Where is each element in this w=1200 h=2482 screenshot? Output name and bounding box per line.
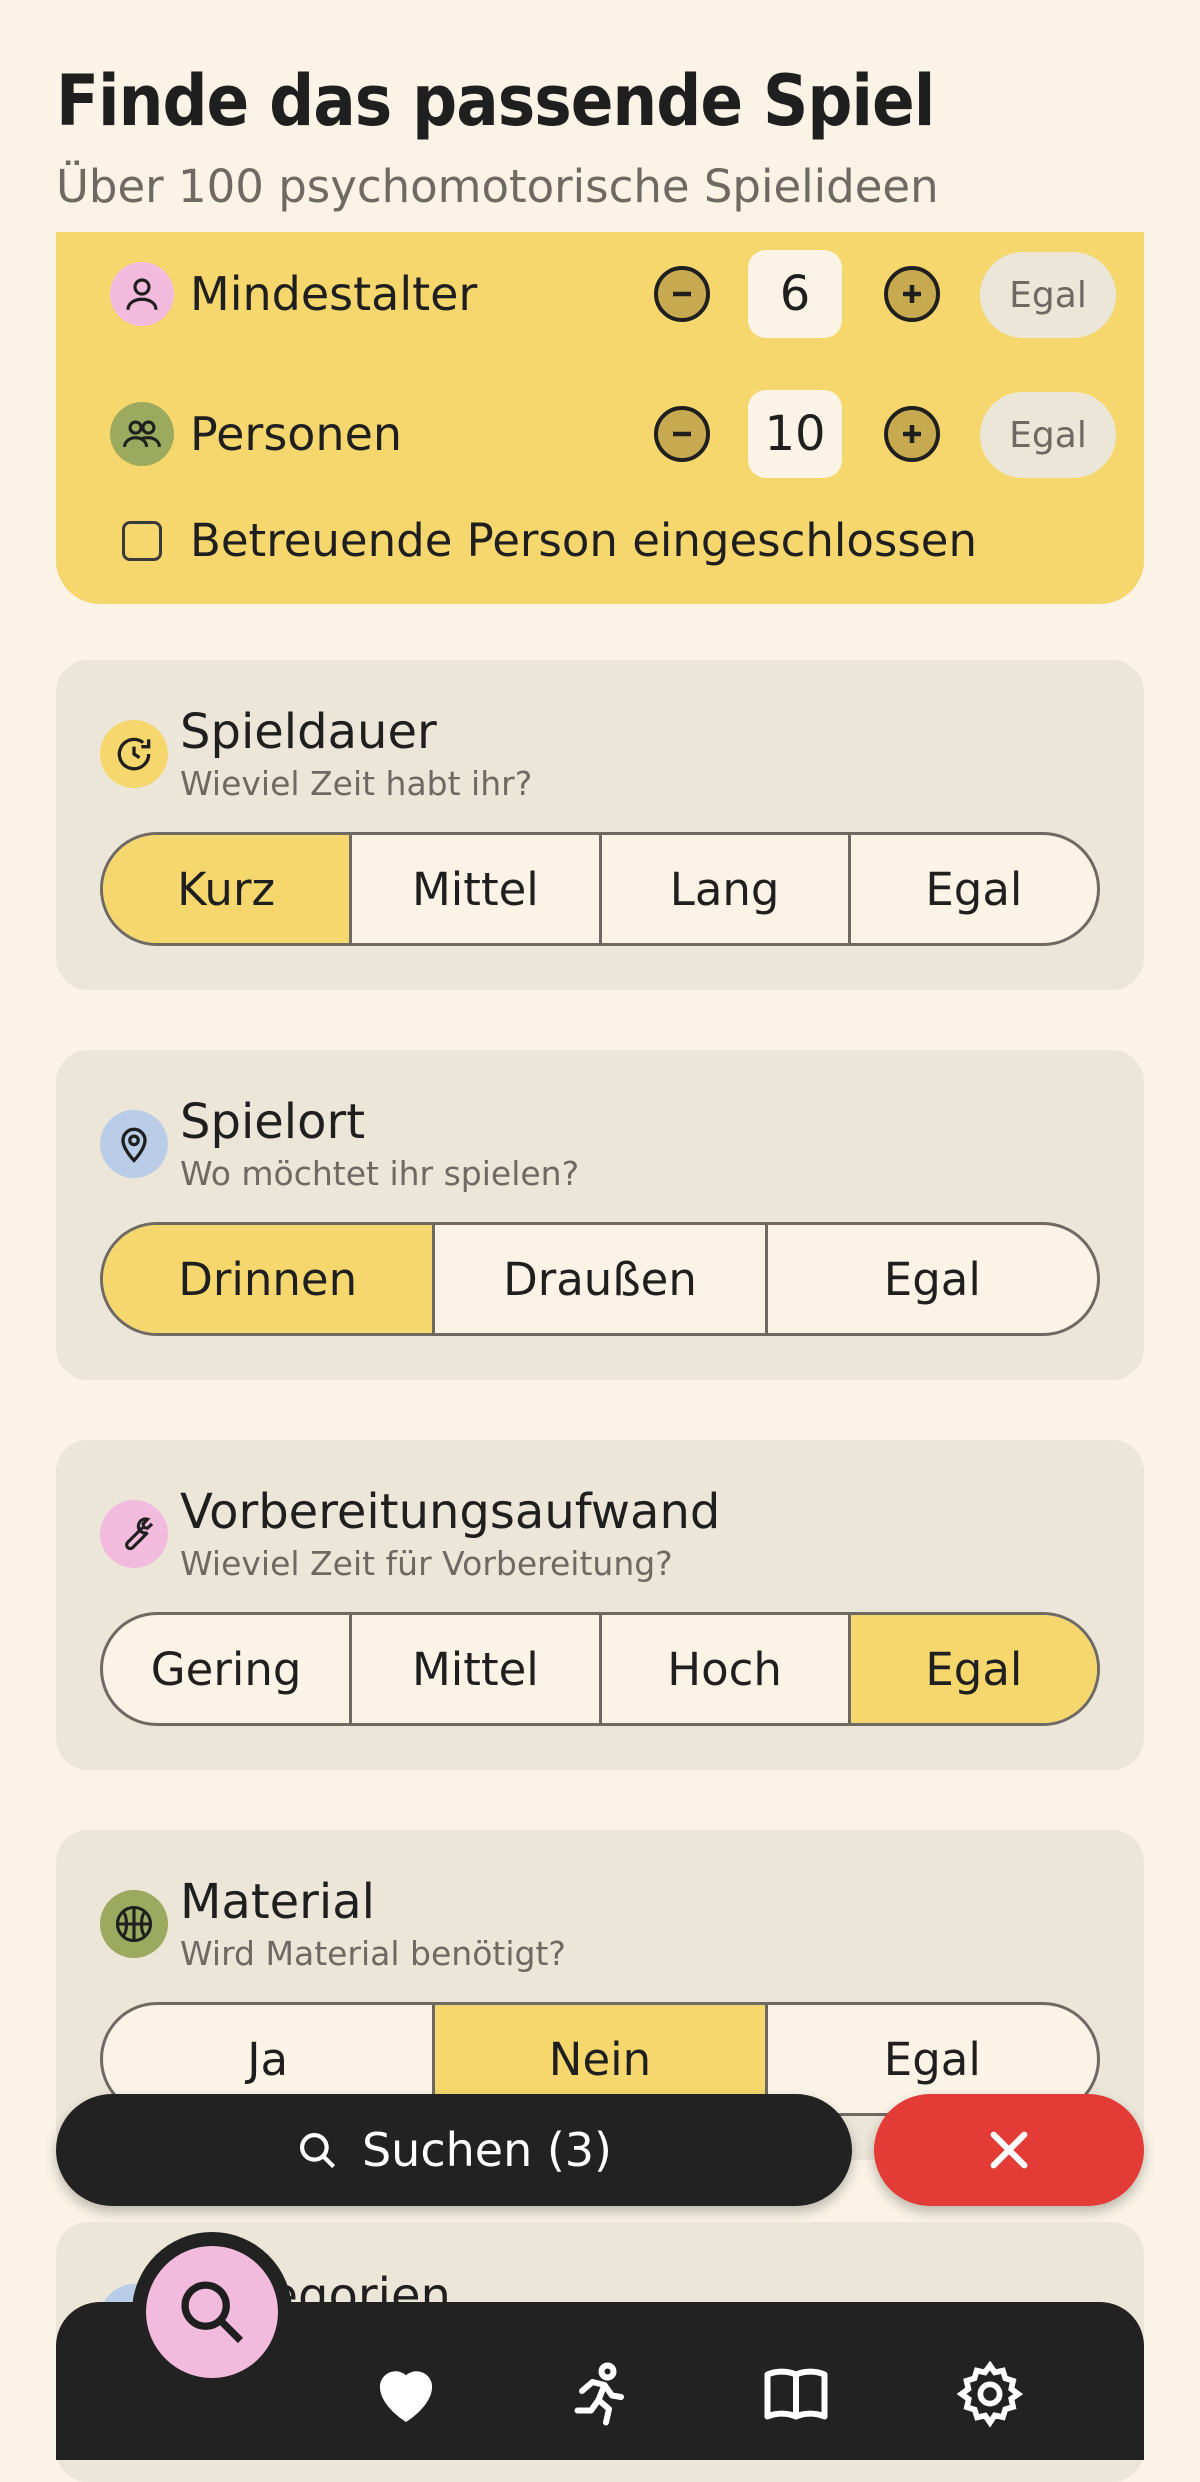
- gear-icon: [956, 2360, 1024, 2428]
- persons-label: Personen: [190, 407, 403, 461]
- persons-row: Personen: [110, 388, 402, 480]
- caretaker-checkbox[interactable]: [122, 520, 162, 561]
- persons-increment-button[interactable]: [884, 406, 940, 462]
- clock-icon: [100, 720, 168, 788]
- min-age-value: 6: [748, 250, 842, 338]
- location-pin-icon: [100, 1110, 168, 1178]
- min-age-row: Mindestalter: [110, 248, 477, 340]
- clear-filters-button[interactable]: [874, 2094, 1144, 2206]
- preparation-option-egal[interactable]: Egal: [850, 1615, 1097, 1723]
- wrench-icon: [100, 1500, 168, 1568]
- caretaker-row[interactable]: Betreuende Person eingeschlossen: [122, 514, 977, 567]
- duration-segmented-control: Kurz Mittel Lang Egal: [100, 832, 1100, 946]
- ball-icon: [100, 1890, 168, 1958]
- running-person-icon: [574, 2362, 624, 2426]
- preparation-option-gering[interactable]: Gering: [103, 1615, 353, 1723]
- group-icon: [110, 402, 174, 466]
- page-title: Finde das passende Spiel: [56, 60, 935, 142]
- duration-card: Spieldauer Wieviel Zeit habt ihr? Kurz M…: [56, 660, 1144, 990]
- location-option-drinnen[interactable]: Drinnen: [103, 1225, 436, 1333]
- duration-option-mittel[interactable]: Mittel: [352, 835, 602, 943]
- preparation-card: Vorbereitungsaufwand Wieviel Zeit für Vo…: [56, 1440, 1144, 1770]
- material-subtitle: Wird Material benötigt?: [180, 1934, 566, 1973]
- caretaker-label: Betreuende Person eingeschlossen: [190, 514, 977, 567]
- search-button-label: Suchen (3): [361, 2123, 613, 2177]
- preparation-segmented-control: Gering Mittel Hoch Egal: [100, 1612, 1100, 1726]
- location-option-egal[interactable]: Egal: [768, 1225, 1097, 1333]
- persons-decrement-button[interactable]: [654, 406, 710, 462]
- preparation-title: Vorbereitungsaufwand: [180, 1484, 721, 1540]
- nav-favorites[interactable]: [366, 2354, 446, 2434]
- material-title: Material: [180, 1874, 375, 1930]
- book-icon: [764, 2368, 828, 2420]
- page-subtitle: Über 100 psychomotorische Spielideen: [56, 160, 939, 213]
- preparation-option-mittel[interactable]: Mittel: [352, 1615, 602, 1723]
- duration-option-kurz[interactable]: Kurz: [103, 835, 353, 943]
- nav-search[interactable]: [146, 2246, 278, 2378]
- persons-egal-button[interactable]: Egal: [980, 392, 1116, 478]
- min-age-decrement-button[interactable]: [654, 266, 710, 322]
- search-icon: [181, 2281, 244, 2344]
- duration-option-lang[interactable]: Lang: [602, 835, 851, 943]
- person-icon: [110, 262, 174, 326]
- duration-title: Spieldauer: [180, 704, 437, 760]
- heart-icon: [379, 2371, 433, 2422]
- age-persons-card: Mindestalter 6 Egal Personen 10 Egal Bet…: [56, 232, 1144, 604]
- preparation-option-hoch[interactable]: Hoch: [602, 1615, 851, 1723]
- nav-settings[interactable]: [950, 2354, 1030, 2434]
- preparation-subtitle: Wieviel Zeit für Vorbereitung?: [180, 1544, 673, 1583]
- persons-value: 10: [748, 390, 842, 478]
- location-segmented-control: Drinnen Draußen Egal: [100, 1222, 1100, 1336]
- duration-option-egal[interactable]: Egal: [851, 835, 1097, 943]
- location-subtitle: Wo möchtet ihr spielen?: [180, 1154, 580, 1193]
- location-title: Spielort: [180, 1094, 366, 1150]
- nav-activity[interactable]: [560, 2354, 640, 2434]
- close-icon: [990, 2131, 1028, 2169]
- location-option-draussen[interactable]: Draußen: [435, 1225, 768, 1333]
- duration-subtitle: Wieviel Zeit habt ihr?: [180, 764, 533, 803]
- min-age-label: Mindestalter: [190, 267, 478, 321]
- search-icon: [299, 2133, 336, 2169]
- search-button[interactable]: Suchen (3): [56, 2094, 852, 2206]
- nav-library[interactable]: [756, 2354, 836, 2434]
- min-age-egal-button[interactable]: Egal: [980, 252, 1116, 338]
- location-card: Spielort Wo möchtet ihr spielen? Drinnen…: [56, 1050, 1144, 1380]
- min-age-increment-button[interactable]: [884, 266, 940, 322]
